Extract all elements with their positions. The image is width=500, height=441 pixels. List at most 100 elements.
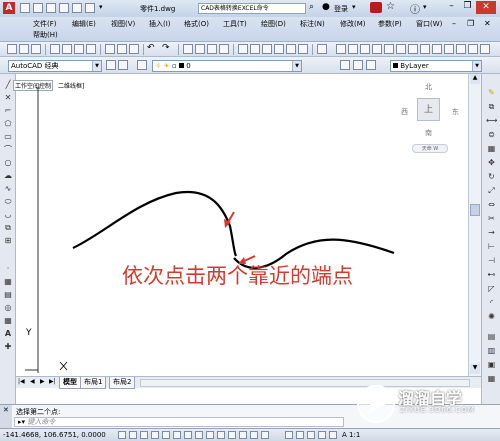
viewcube[interactable]: 北 西 东 南 上 天命 W xyxy=(397,82,461,162)
quick-access-dropdown-icon[interactable]: ▾ xyxy=(99,3,103,11)
tool-palettes-icon[interactable] xyxy=(262,44,272,54)
quickcalc-icon[interactable] xyxy=(298,44,308,54)
design-center-icon[interactable] xyxy=(250,44,260,54)
model-space-icon[interactable] xyxy=(285,431,293,439)
exchange-icon[interactable] xyxy=(370,2,382,13)
layer-previous-icon[interactable] xyxy=(353,60,363,70)
print-icon[interactable] xyxy=(59,3,69,13)
copy-icon[interactable] xyxy=(117,44,127,54)
coordinates-display[interactable]: -141.4668, 106.6751, 0.0000 xyxy=(3,431,106,439)
region-icon[interactable]: ◎ xyxy=(3,303,13,312)
polygon-icon[interactable]: ⬠ xyxy=(3,119,13,128)
selection-cycling-icon[interactable] xyxy=(261,431,269,439)
dim-baseline-icon[interactable] xyxy=(432,44,442,54)
tab-model[interactable]: 模型 xyxy=(59,377,81,389)
make-current-layer-icon[interactable] xyxy=(340,60,350,70)
zoom-window-icon[interactable] xyxy=(207,44,217,54)
new-file-icon[interactable] xyxy=(20,3,30,13)
command-input-field[interactable]: ▸▾ 键入命令 xyxy=(14,417,344,427)
extend-icon[interactable]: → xyxy=(486,228,497,237)
menu-item-format[interactable]: 格式(O) xyxy=(184,19,209,29)
make-block-icon[interactable]: ⊞ xyxy=(3,236,13,245)
next-tab-arrow-icon[interactable]: ▶ xyxy=(40,378,45,385)
viewcube-wcs-menu[interactable]: 天命 W xyxy=(412,144,448,153)
login-dropdown-icon[interactable]: ▾ xyxy=(352,3,356,11)
explode-icon[interactable]: ✺ xyxy=(486,312,497,321)
redo-icon[interactable] xyxy=(85,3,95,13)
workspace-lock-icon[interactable] xyxy=(118,60,128,70)
circle-icon[interactable]: ○ xyxy=(3,158,13,167)
join-icon[interactable]: ⊷ xyxy=(486,270,497,279)
undo-icon[interactable] xyxy=(72,3,82,13)
point-icon[interactable]: · xyxy=(3,264,13,273)
help-toolbar-icon[interactable] xyxy=(317,44,327,54)
mtext-icon[interactable]: A xyxy=(3,329,13,338)
grid-display-icon[interactable] xyxy=(140,431,148,439)
plot-icon[interactable] xyxy=(50,44,60,54)
scroll-down-arrow-icon[interactable]: ▼ xyxy=(470,364,480,374)
block-side-icon[interactable]: ▣ xyxy=(486,360,497,369)
scroll-up-arrow-icon[interactable]: ▲ xyxy=(470,74,480,84)
minimize-window-button[interactable]: – xyxy=(444,1,459,14)
sheet-set-icon[interactable] xyxy=(274,44,284,54)
insert-block-icon[interactable]: ⧉ xyxy=(3,223,13,232)
doc-close-button[interactable]: ✕ xyxy=(484,19,491,28)
viewcube-east[interactable]: 东 xyxy=(452,107,459,117)
revcloud-icon[interactable]: ☁ xyxy=(3,171,13,180)
doc-minimize-button[interactable]: – xyxy=(452,19,456,28)
polar-tracking-icon[interactable] xyxy=(162,431,170,439)
save-icon[interactable] xyxy=(46,3,56,13)
scroll-thumb[interactable] xyxy=(470,204,480,216)
paste-icon[interactable] xyxy=(129,44,139,54)
add-selected-icon[interactable]: ✚ xyxy=(3,342,13,351)
menu-item-insert[interactable]: 插入(I) xyxy=(149,19,171,29)
dim-continue-icon[interactable] xyxy=(444,44,454,54)
dim-edit-icon[interactable] xyxy=(480,44,490,54)
object-snap-icon[interactable] xyxy=(173,431,181,439)
rotate-icon[interactable]: ↻ xyxy=(486,172,497,181)
cut-icon[interactable] xyxy=(105,44,115,54)
lineweight-icon[interactable] xyxy=(228,431,236,439)
search-icon[interactable]: ⌕ xyxy=(309,2,314,12)
title-search-box[interactable]: CAD表格转换EXCEL命令 xyxy=(198,3,306,14)
help-icon[interactable]: ⓘ xyxy=(410,1,420,16)
tab-layout2[interactable]: 布局2 xyxy=(109,377,136,389)
tolerance-icon[interactable] xyxy=(456,44,466,54)
dim-arc-icon[interactable] xyxy=(360,44,370,54)
open-icon[interactable] xyxy=(19,44,29,54)
3d-osnap-icon[interactable] xyxy=(184,431,192,439)
table-icon[interactable]: ▦ xyxy=(3,316,13,325)
arc-icon[interactable]: ⌒ xyxy=(3,145,13,154)
open-file-icon[interactable] xyxy=(33,3,43,13)
polyline-icon[interactable]: ⌐ xyxy=(3,106,13,115)
snap-mode-icon[interactable] xyxy=(129,431,137,439)
ellipse-arc-icon[interactable]: ◡ xyxy=(3,210,13,219)
first-tab-arrow-icon[interactable]: |◀ xyxy=(18,378,25,385)
app-logo-icon[interactable]: A xyxy=(3,2,15,14)
move-icon[interactable]: ✥ xyxy=(486,158,497,167)
spline-icon[interactable]: ∿ xyxy=(3,184,13,193)
line-icon[interactable]: ╱ xyxy=(3,80,13,89)
dim-aligned-icon[interactable] xyxy=(348,44,358,54)
transparency-icon[interactable] xyxy=(239,431,247,439)
zoom-realtime-icon[interactable] xyxy=(195,44,205,54)
preview-icon[interactable] xyxy=(62,44,72,54)
copy-object-icon[interactable]: ⧉ xyxy=(486,102,497,111)
layout-space-icon[interactable] xyxy=(296,431,304,439)
menu-item-help[interactable]: 帮助(H) xyxy=(33,30,58,40)
construction-line-icon[interactable]: ✕ xyxy=(3,93,13,102)
workspace-settings-icon[interactable] xyxy=(106,60,116,70)
drawing-canvas[interactable]: 工作空间控制 二维线框] Y 北 西 东 南 上 天命 W 依次点击两个靠近的端… xyxy=(13,74,468,376)
properties-side-icon[interactable]: ▤ xyxy=(486,332,497,341)
annotation-scale[interactable]: A 1:1 xyxy=(342,431,360,439)
chamfer-icon[interactable]: ◸ xyxy=(486,284,497,293)
layer-side-icon[interactable]: ▥ xyxy=(486,346,497,355)
workspace-dropdown[interactable]: AutoCAD 经典 ▼ xyxy=(8,60,102,72)
star-icon[interactable]: ☆ xyxy=(386,1,395,12)
properties-icon[interactable] xyxy=(238,44,248,54)
close-window-button[interactable]: ✕ xyxy=(476,1,496,14)
viewcube-west[interactable]: 西 xyxy=(401,107,408,117)
array-icon[interactable]: ▦ xyxy=(486,144,497,153)
dim-linear-icon[interactable] xyxy=(336,44,346,54)
menu-item-parametric[interactable]: 参数(P) xyxy=(378,19,402,29)
